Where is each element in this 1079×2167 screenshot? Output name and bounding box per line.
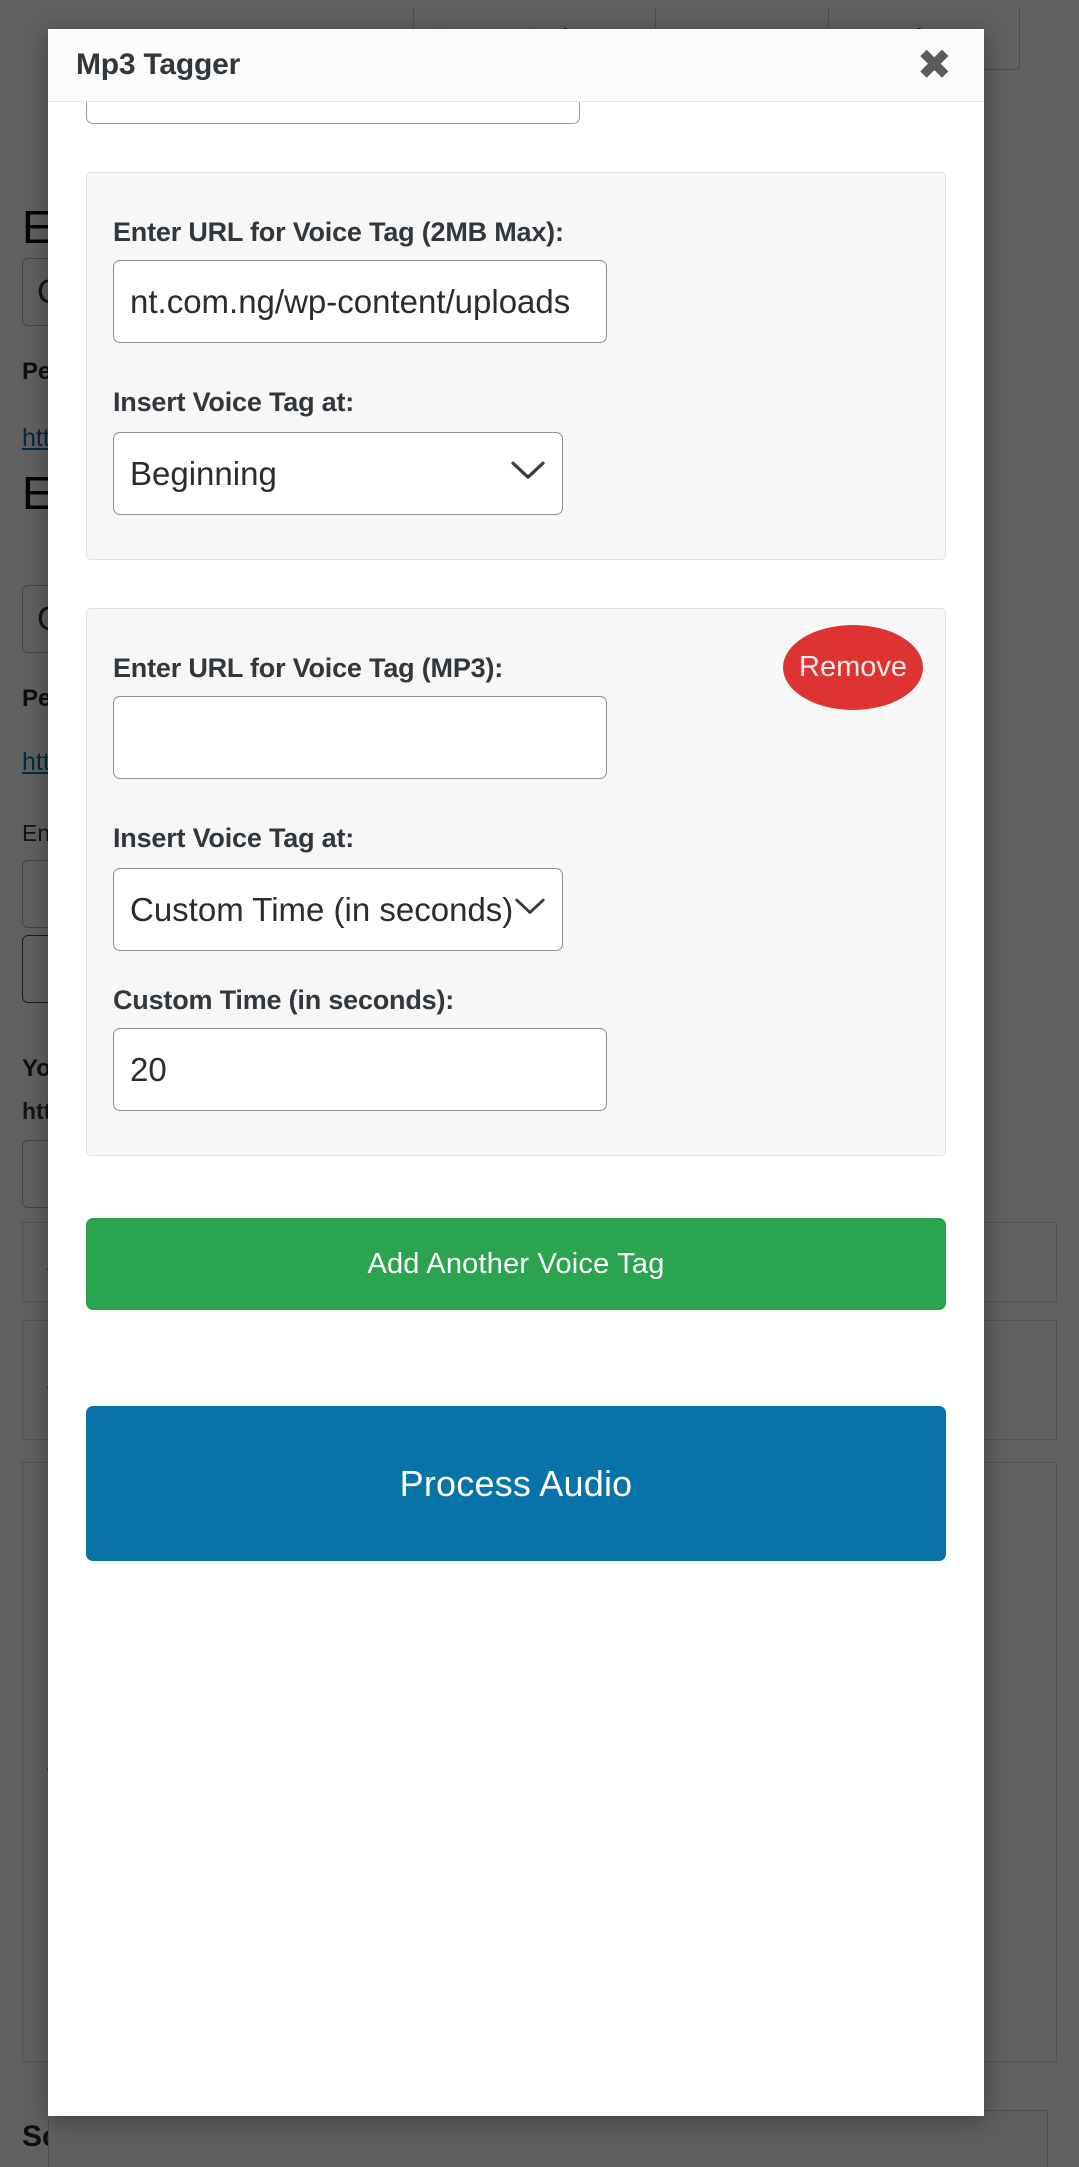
- modal-header: Mp3 Tagger ✖: [48, 29, 984, 102]
- voice-tag-position-select-wrap-2: Custom Time (in seconds): [113, 868, 563, 951]
- add-another-voice-tag-button[interactable]: Add Another Voice Tag: [86, 1218, 946, 1310]
- remove-voice-tag-button-2[interactable]: Remove: [783, 625, 923, 710]
- mp3-tagger-modal: Mp3 Tagger ✖ Enter URL for Voice Tag (2M…: [48, 29, 984, 2116]
- voice-tag-position-value-2: Custom Time (in seconds): [130, 890, 514, 928]
- custom-time-label-2: Custom Time (in seconds):: [113, 985, 455, 1015]
- process-audio-button[interactable]: Process Audio: [86, 1406, 946, 1561]
- voice-tag-url-input-1[interactable]: [113, 260, 607, 343]
- voice-tag-position-label-1: Insert Voice Tag at:: [113, 387, 355, 417]
- voice-tag-position-label-2: Insert Voice Tag at:: [113, 823, 355, 853]
- modal-body: Enter URL for Voice Tag (2MB Max): Inser…: [48, 102, 984, 2116]
- voice-tag-url-label-1: Enter URL for Voice Tag (2MB Max):: [113, 217, 564, 247]
- page-title: Mp3 Tagger: [76, 48, 241, 81]
- scrolled-off-input[interactable]: [86, 102, 580, 124]
- voice-tag-url-input-2[interactable]: [113, 696, 607, 779]
- voice-tag-panel-1: Enter URL for Voice Tag (2MB Max): Inser…: [86, 172, 946, 560]
- remove-voice-tag-label-2: Remove: [799, 651, 907, 683]
- voice-tag-position-select-2[interactable]: Custom Time (in seconds): [113, 868, 563, 951]
- voice-tag-position-select-wrap-1: Beginning: [113, 432, 563, 515]
- process-audio-label: Process Audio: [399, 1462, 633, 1504]
- close-icon[interactable]: ✖: [917, 44, 952, 86]
- voice-tag-panel-2: Remove Enter URL for Voice Tag (MP3): In…: [86, 608, 946, 1156]
- add-another-voice-tag-label: Add Another Voice Tag: [367, 1247, 665, 1280]
- voice-tag-position-value-1: Beginning: [130, 454, 277, 492]
- voice-tag-position-select-1[interactable]: Beginning: [113, 432, 563, 515]
- custom-time-input-2[interactable]: [113, 1028, 607, 1111]
